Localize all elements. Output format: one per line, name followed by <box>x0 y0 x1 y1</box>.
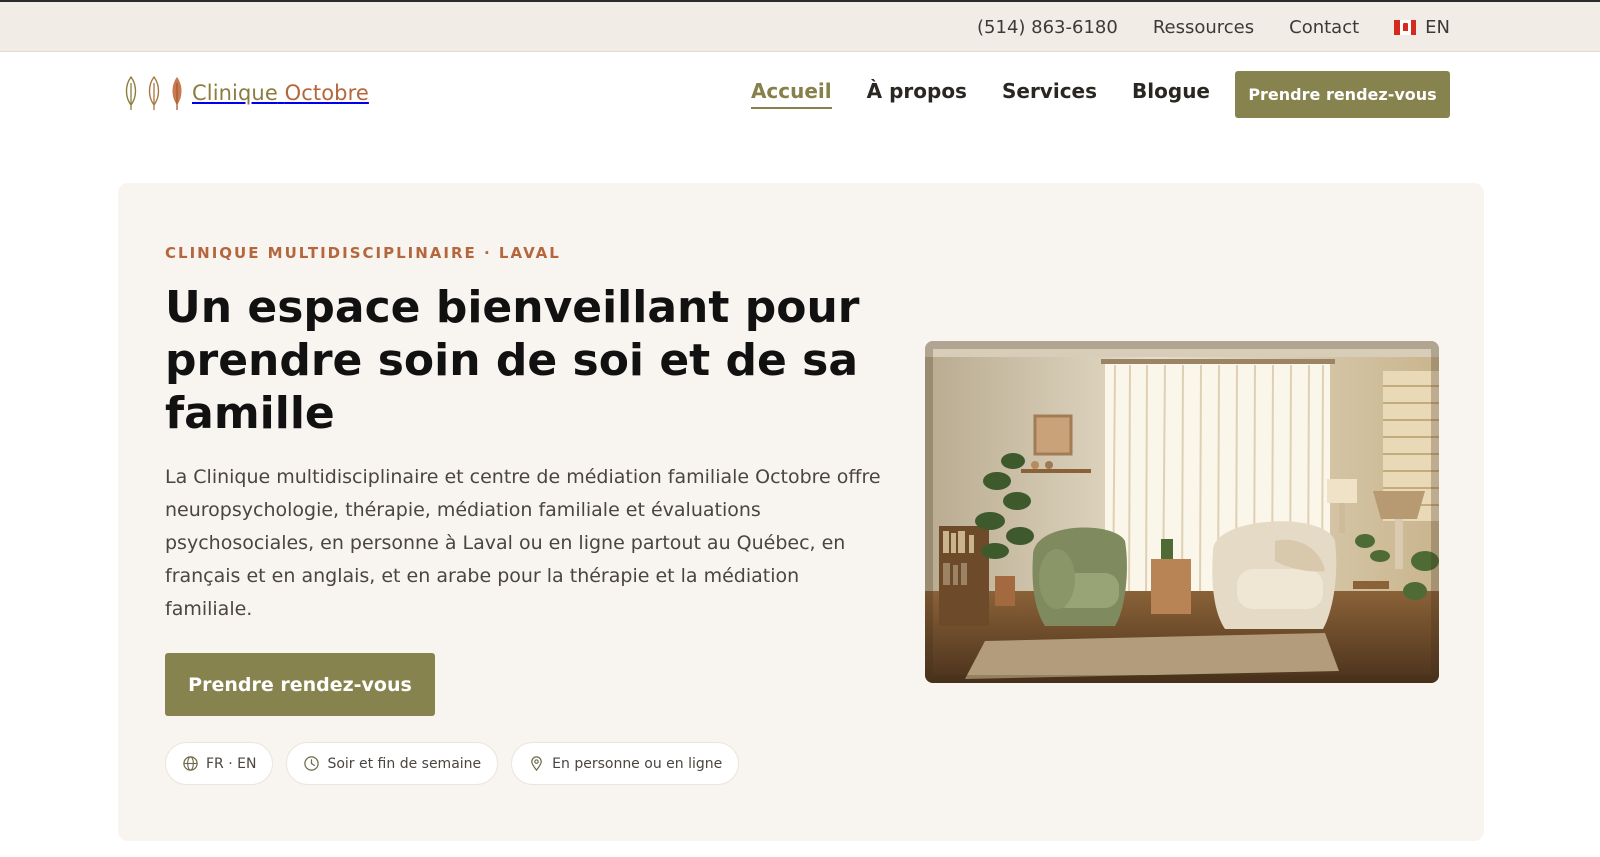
nav-item-services[interactable]: Services <box>1002 79 1097 109</box>
clinic-room-image <box>925 341 1439 683</box>
globe-icon <box>183 756 198 771</box>
nav-item-blogue[interactable]: Blogue <box>1132 79 1210 109</box>
header-book-appointment-button[interactable]: Prendre rendez-vous <box>1235 71 1450 118</box>
utility-links: (514) 863-6180 Ressources Contact EN <box>977 2 1450 52</box>
hero-book-appointment-button[interactable]: Prendre rendez-vous <box>165 653 435 716</box>
brand-logo[interactable]: Clinique Octobre <box>122 75 369 111</box>
clock-icon <box>304 756 320 771</box>
phone-link[interactable]: (514) 863-6180 <box>977 17 1118 38</box>
map-pin-icon <box>531 756 542 772</box>
nav-item-accueil[interactable]: Accueil <box>750 79 832 109</box>
chip-location: En personne ou en ligne <box>511 742 740 785</box>
brand-name-part1: Clinique <box>192 81 278 105</box>
clinic-room-illustration <box>925 341 1439 683</box>
brand-name: Clinique Octobre <box>192 81 369 105</box>
utility-bar: (514) 863-6180 Ressources Contact EN <box>0 0 1600 52</box>
chip-location-label: En personne ou en ligne <box>552 755 723 772</box>
chip-hours: Soir et fin de semaine <box>286 742 499 785</box>
main-header: Clinique Octobre Accueil À propos Servic… <box>0 52 1600 134</box>
hero-description: La Clinique multidisciplinaire et centre… <box>165 466 881 620</box>
nav-item-a-propos[interactable]: À propos <box>867 79 967 109</box>
hero-eyebrow: CLINIQUE MULTIDISCIPLINAIRE · LAVAL <box>165 244 561 262</box>
chip-languages: FR · EN <box>165 742 274 785</box>
contact-link[interactable]: Contact <box>1289 17 1359 38</box>
primary-nav: Accueil À propos Services Blogue <box>750 79 1210 109</box>
language-switcher[interactable]: EN <box>1394 17 1450 38</box>
chip-languages-label: FR · EN <box>206 755 257 772</box>
leaves-logo-icon <box>125 75 182 110</box>
chip-hours-label: Soir et fin de semaine <box>327 755 482 772</box>
resources-link[interactable]: Ressources <box>1153 17 1254 38</box>
hero-title: Un espace bienveillant pour prendre soin… <box>165 282 860 439</box>
language-label: EN <box>1425 16 1450 38</box>
brand-name-part2: Octobre <box>284 81 369 105</box>
canada-flag-icon <box>1394 19 1417 35</box>
hero-feature-chips: FR · EN Soir et fin de semaine En person… <box>165 742 740 785</box>
hero-section: CLINIQUE MULTIDISCIPLINAIRE · LAVAL Un e… <box>118 183 1484 841</box>
